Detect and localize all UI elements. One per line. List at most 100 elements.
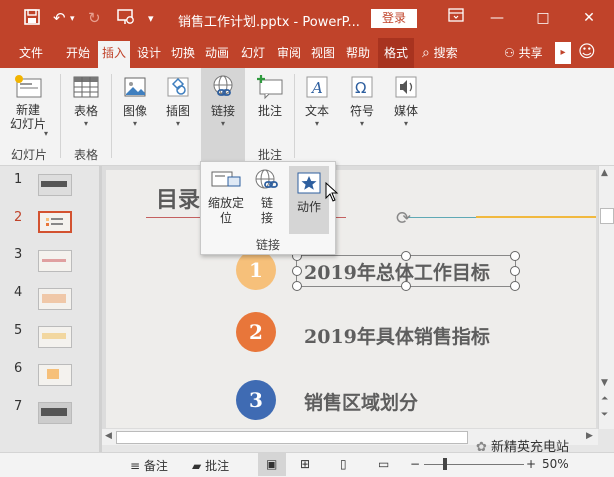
hyperlink-button[interactable]: 链 接	[251, 166, 283, 226]
bullet-number-2[interactable]: 2	[236, 312, 276, 352]
text-label: 文本	[304, 104, 329, 118]
zoom-button[interactable]: 缩放定 位	[205, 166, 247, 226]
notes-icon: ≡	[130, 459, 141, 473]
resize-handle[interactable]	[401, 251, 411, 261]
ribbon-collapse-button[interactable]: ▸	[555, 42, 571, 64]
thumbnail-number: 3	[14, 247, 23, 262]
restore-button[interactable]: □	[530, 6, 556, 30]
resize-handle[interactable]	[510, 281, 520, 291]
ribbon-display-options-icon[interactable]	[448, 7, 464, 27]
symbols-button[interactable]: Ω 符号 ▾	[342, 74, 382, 128]
slide-thumbnail-5[interactable]	[38, 326, 72, 348]
search-box[interactable]: ⌕ 搜索	[422, 38, 458, 68]
login-button[interactable]: 登录	[371, 9, 417, 28]
tab-view[interactable]: 视图	[307, 38, 339, 68]
feedback-smiley-icon[interactable]: ☺	[578, 42, 598, 62]
scroll-left-icon[interactable]: ◀	[105, 431, 112, 441]
slide-thumbnail-6[interactable]	[38, 364, 72, 386]
symbols-label: 符号	[349, 104, 374, 118]
document-title: 销售工作计划.pptx - PowerP...	[178, 15, 360, 30]
table-button[interactable]: 表格 ▾	[66, 74, 106, 128]
bullet-number-3[interactable]: 3	[236, 380, 276, 420]
normal-view-button[interactable]: ▣	[258, 453, 286, 476]
share-label: 共享	[518, 46, 543, 60]
link-button[interactable]: 链接 ▾	[201, 68, 245, 164]
tab-insert[interactable]: 插入	[98, 41, 130, 68]
toc-item-2[interactable]: 2019年具体销售指标	[304, 322, 490, 349]
image-button[interactable]: 图像 ▾	[116, 74, 154, 128]
comments-button[interactable]: ▰ 批注	[192, 457, 229, 474]
tab-format[interactable]: 格式	[378, 38, 414, 68]
present-icon[interactable]	[117, 9, 135, 29]
tab-help[interactable]: 帮助	[341, 38, 375, 68]
slideshow-button[interactable]: ▭	[378, 457, 389, 471]
resize-handle[interactable]	[510, 266, 520, 276]
slide-title[interactable]: 目录	[156, 182, 200, 214]
slide-sorter-button[interactable]: ⊞	[300, 457, 310, 471]
reading-view-button[interactable]: ▯	[340, 457, 347, 471]
zoom-slider-track[interactable]	[424, 464, 524, 465]
zoom-slider-thumb[interactable]	[443, 458, 447, 470]
scroll-up-icon[interactable]: ▲	[601, 168, 608, 178]
share-button[interactable]: ⚇ 共享	[504, 38, 543, 68]
zoom-out-button[interactable]: −	[410, 457, 420, 471]
scroll-down-icon[interactable]: ▼	[601, 378, 608, 388]
vertical-scrollbar[interactable]: ▲ ▼ ⏶ ⏷	[598, 166, 614, 429]
resize-handle[interactable]	[401, 281, 411, 291]
toc-item-1[interactable]: 2019年总体工作目标	[304, 258, 490, 285]
thumbnail-number: 7	[14, 399, 23, 414]
resize-handle[interactable]	[292, 266, 302, 276]
notes-button[interactable]: ≡ 备注	[130, 457, 168, 474]
wechat-icon: ✿	[476, 440, 487, 455]
tab-slideshow[interactable]: 幻灯	[237, 38, 269, 68]
close-button[interactable]: ✕	[576, 6, 602, 30]
tab-file[interactable]: 文件	[10, 38, 52, 68]
slide-canvas[interactable]: 目录 ⟳ 1 2019年总体工作目标 2 2019年具体销售指标 3 销售区域划…	[106, 170, 596, 428]
media-button[interactable]: 媒体 ▾	[386, 74, 426, 128]
undo-icon[interactable]: ↶	[53, 9, 66, 27]
action-label: 动作	[296, 200, 321, 214]
next-slide-icon[interactable]: ⏷	[601, 410, 608, 420]
tab-design[interactable]: 设计	[133, 38, 165, 68]
scroll-thumb[interactable]	[600, 208, 614, 224]
customize-qat-icon[interactable]: ▾	[148, 12, 154, 25]
action-button[interactable]: 动作	[289, 166, 329, 234]
minimize-button[interactable]: —	[484, 6, 510, 30]
resize-handle[interactable]	[292, 281, 302, 291]
illustrations-label: 插图	[165, 104, 190, 118]
illustrations-button[interactable]: 插图 ▾	[158, 74, 198, 128]
scroll-right-icon[interactable]: ▶	[586, 431, 593, 441]
comment-button[interactable]: 批注	[252, 74, 288, 119]
comments-label: 批注	[205, 459, 230, 473]
text-button[interactable]: A 文本 ▾	[298, 74, 336, 128]
bullet-number-1[interactable]: 1	[236, 250, 276, 290]
horizontal-scroll-thumb[interactable]	[116, 431, 468, 444]
save-icon[interactable]	[24, 9, 40, 29]
undo-dropdown-icon[interactable]: ▾	[70, 14, 75, 24]
tab-animations[interactable]: 动画	[201, 38, 233, 68]
tab-review[interactable]: 审阅	[273, 38, 305, 68]
resize-handle[interactable]	[510, 251, 520, 261]
toc-item-3[interactable]: 销售区域划分	[304, 388, 418, 415]
rotate-handle-icon[interactable]: ⟳	[396, 208, 411, 229]
media-label: 媒体	[393, 104, 418, 118]
text-icon: A	[298, 74, 336, 103]
title-bar: ↶ ▾ ↻ ▾ 销售工作计划.pptx - PowerP... 登录 — □ ✕	[0, 0, 614, 38]
redo-icon[interactable]: ↻	[88, 9, 101, 27]
slide-thumbnail-1[interactable]	[38, 174, 72, 196]
previous-slide-icon[interactable]: ⏶	[601, 394, 608, 404]
slide-thumbnail-7[interactable]	[38, 402, 72, 424]
tab-home[interactable]: 开始	[61, 38, 95, 68]
zoom-label-2: 位	[219, 211, 232, 225]
new-slide-button[interactable]: 新建 幻灯片	[6, 74, 50, 131]
search-label: 搜索	[433, 46, 458, 60]
new-slide-label-1: 新建	[15, 103, 40, 117]
slide-thumbnail-3[interactable]	[38, 250, 72, 272]
slide-thumbnail-2[interactable]	[38, 211, 72, 233]
illustrations-dropdown-icon: ▾	[175, 119, 180, 128]
slide-thumbnail-4[interactable]	[38, 288, 72, 310]
shapes-icon	[158, 74, 198, 103]
new-slide-dropdown-icon[interactable]: ▾	[44, 129, 48, 138]
thumbnail-number: 4	[14, 285, 23, 300]
tab-transitions[interactable]: 切换	[167, 38, 199, 68]
